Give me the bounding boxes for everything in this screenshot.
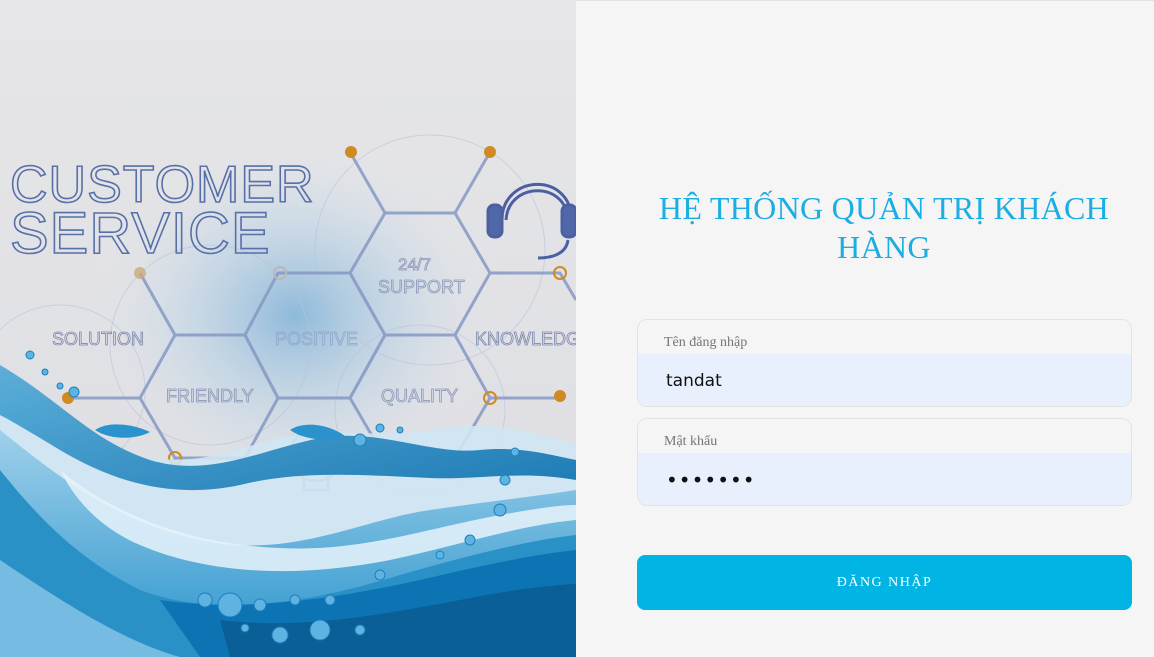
hex-label-friendly: FRIENDLY [166, 386, 254, 406]
customer-service-illustration: CUSTOMER SERVICE 24/7 SUPPORT SOLUTION P… [0, 0, 576, 657]
hex-label-solution: SOLUTION [52, 329, 144, 349]
hero-image: CUSTOMER SERVICE 24/7 SUPPORT SOLUTION P… [0, 0, 576, 657]
password-input[interactable] [638, 453, 1131, 505]
username-label: Tên đăng nhập [664, 335, 748, 350]
hex-label-support: SUPPORT [378, 277, 465, 297]
hex-label-24-7: 24/7 [398, 255, 431, 274]
username-input[interactable] [638, 354, 1131, 406]
login-panel: HỆ THỐNG QUẢN TRỊ KHÁCH HÀNG Tên đăng nh… [576, 0, 1154, 657]
username-field[interactable]: Tên đăng nhập [637, 319, 1132, 407]
hex-label-quality: QUALITY [381, 386, 458, 406]
password-field[interactable]: Mật khẩu [637, 418, 1132, 506]
page-title: HỆ THỐNG QUẢN TRỊ KHÁCH HÀNG [658, 190, 1110, 265]
password-label: Mật khẩu [664, 434, 718, 449]
hero-heading-line2: SERVICE [10, 201, 271, 266]
hex-label-knowledge: KNOWLEDGE [475, 329, 576, 349]
login-button[interactable]: ĐĂNG NHẬP [637, 555, 1132, 610]
hex-label-positive: POSITIVE [275, 329, 358, 349]
